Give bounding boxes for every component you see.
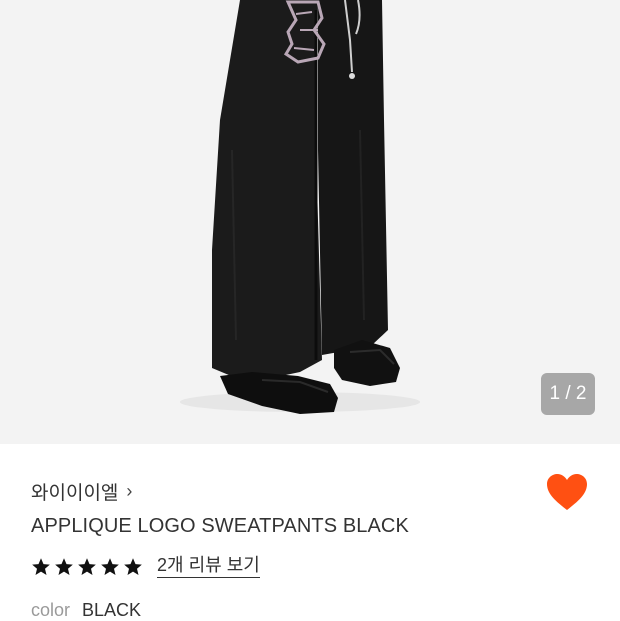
product-image[interactable]: 1 / 2 <box>0 0 620 444</box>
color-value: BLACK <box>82 600 142 620</box>
star-rating <box>31 557 146 577</box>
star-icon <box>78 557 96 575</box>
image-page-indicator: 1 / 2 <box>541 373 595 415</box>
star-icon <box>32 557 50 575</box>
product-title: APPLIQUE LOGO SWEATPANTS BLACK <box>31 515 409 537</box>
star-icon <box>55 557 73 575</box>
brand-link[interactable]: 와이이이엘 › <box>31 478 132 505</box>
review-link[interactable]: 2개 리뷰 보기 <box>157 555 260 578</box>
color-label: color <box>31 600 71 620</box>
sweatpants-photo <box>180 0 420 414</box>
chevron-right-icon: › <box>126 481 133 501</box>
star-icon <box>101 557 119 575</box>
brand-name: 와이이이엘 <box>31 483 119 504</box>
rating-row: 2개 리뷰 보기 <box>31 555 260 578</box>
product-info: 와이이이엘 › APPLIQUE LOGO SWEATPANTS BLACK 2… <box>0 444 620 620</box>
heart-icon[interactable] <box>546 473 588 513</box>
color-row: color BLACK <box>31 600 141 621</box>
star-icon <box>124 557 142 575</box>
